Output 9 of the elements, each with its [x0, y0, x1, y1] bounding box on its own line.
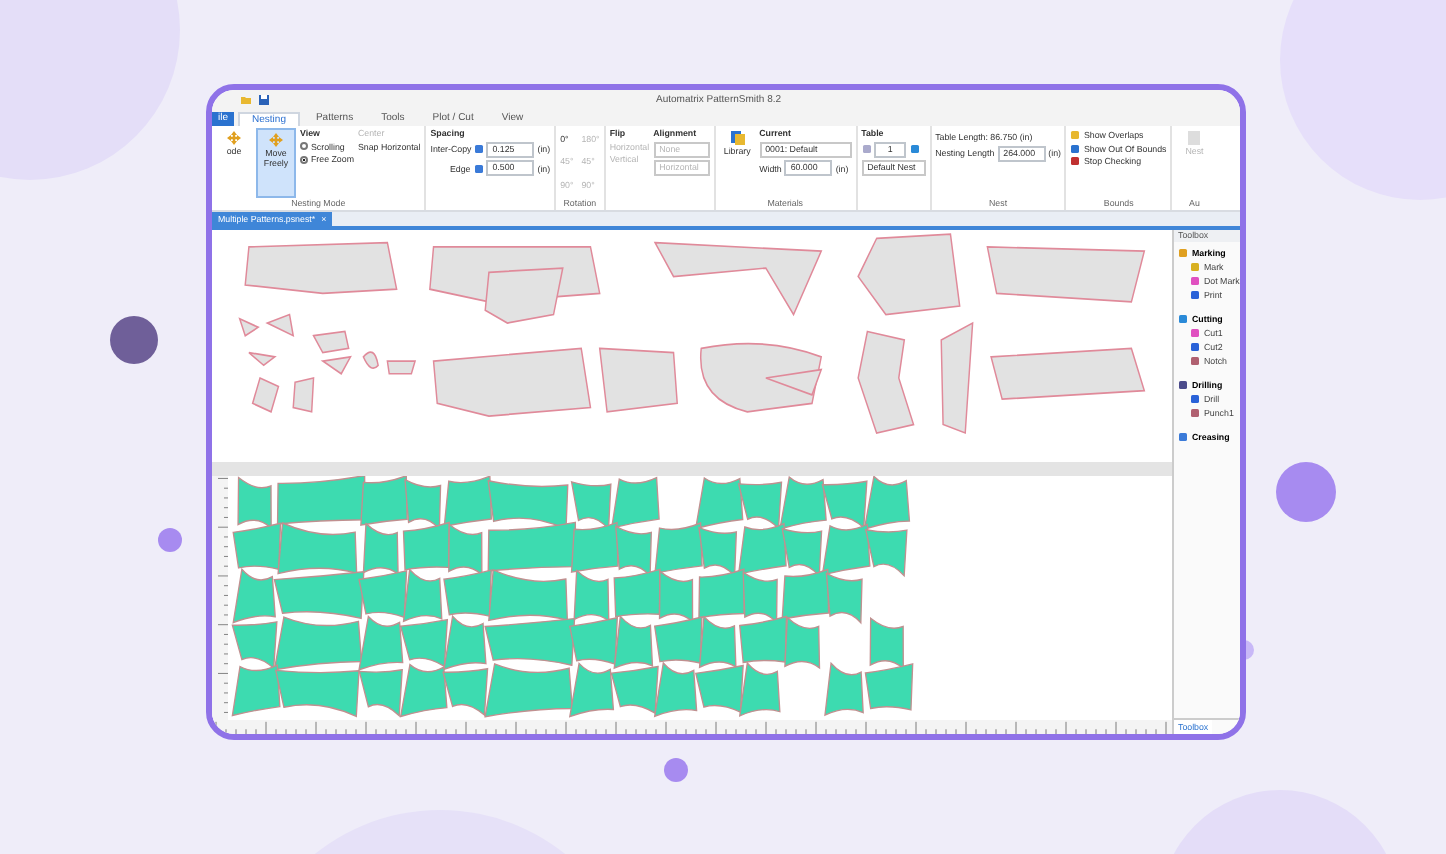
decorative-dot — [1276, 462, 1336, 522]
decorative-dot — [110, 316, 158, 364]
library-icon — [729, 130, 746, 146]
save-icon[interactable] — [258, 94, 270, 106]
tool-icon — [1178, 432, 1188, 442]
move-arrows-icon — [226, 130, 242, 146]
move-arrows-icon — [268, 132, 284, 148]
decorative-dot — [158, 528, 182, 552]
decorative-dot — [664, 758, 688, 782]
